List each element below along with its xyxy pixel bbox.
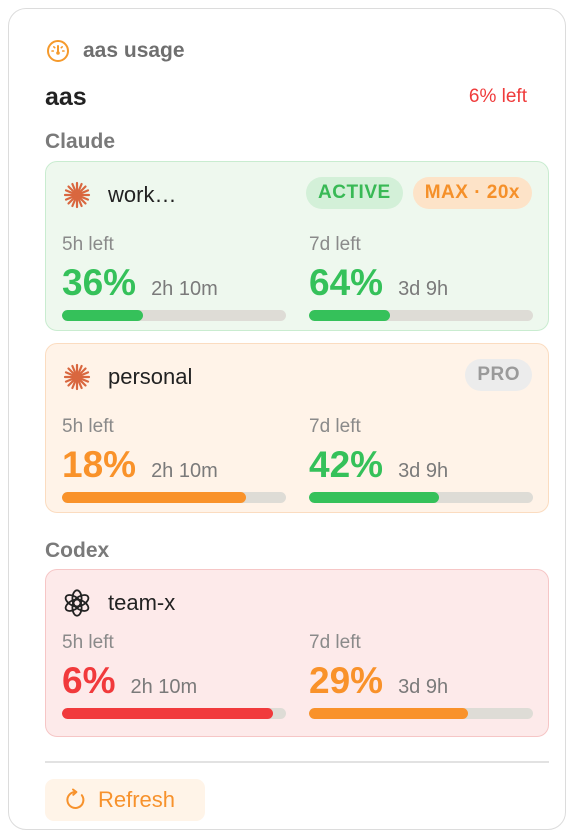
limit-reset-time: 2h 10m	[151, 460, 218, 482]
account-card-work[interactable]: work… ACTIVE MAX · 20x 5h left 36% 2h 10…	[45, 161, 549, 331]
account-remaining: 6% left	[468, 86, 527, 107]
limit-percent: 6%	[62, 660, 116, 701]
limit-reset-time: 3d 9h	[398, 278, 449, 300]
progress-fill	[62, 492, 246, 503]
openai-icon	[64, 589, 90, 617]
progress-fill	[309, 492, 439, 503]
divider	[45, 761, 549, 763]
account-name-label: personal	[108, 364, 193, 389]
limit-label: 7d left	[309, 632, 361, 653]
section-title-codex: Codex	[45, 539, 110, 562]
limit-reset-time: 3d 9h	[398, 676, 449, 698]
account-name: aas	[45, 83, 87, 111]
limit-percent: 29%	[309, 660, 384, 701]
progress-fill	[309, 310, 390, 321]
progress-bar	[309, 492, 533, 503]
refresh-label: Refresh	[98, 787, 176, 812]
refresh-button[interactable]: Refresh	[45, 779, 205, 821]
progress-bar	[62, 310, 286, 321]
progress-fill	[62, 708, 273, 719]
progress-bar	[309, 708, 533, 719]
limit-reset-time: 2h 10m	[130, 676, 198, 698]
progress-bar	[309, 310, 533, 321]
limit-5h: 5h left 6% 2h 10m	[62, 632, 286, 719]
plan-badge: MAX · 20x	[412, 177, 532, 209]
account-name-label: work…	[108, 182, 177, 207]
limit-percent: 42%	[309, 444, 384, 485]
plan-badge: PRO	[465, 359, 532, 391]
limit-label: 5h left	[62, 416, 114, 437]
panel-title: aas usage	[83, 39, 185, 62]
active-badge: ACTIVE	[306, 177, 403, 209]
claude-icon	[63, 181, 91, 209]
limit-7d: 7d left 42% 3d 9h	[309, 416, 533, 503]
refresh-icon	[66, 788, 85, 809]
badge-group: ACTIVE MAX · 20x	[306, 177, 532, 209]
limit-percent: 18%	[62, 444, 137, 485]
account-card-personal[interactable]: personal PRO 5h left 18% 2h 10m 7d left …	[45, 343, 549, 513]
account-name-label: team-x	[108, 590, 176, 615]
section-title-claude: Claude	[45, 130, 116, 153]
limit-reset-time: 2h 10m	[151, 278, 218, 300]
badge-group: PRO	[465, 359, 532, 391]
limit-label: 7d left	[309, 416, 361, 437]
limit-label: 5h left	[62, 234, 114, 255]
limit-7d: 7d left 29% 3d 9h	[309, 632, 533, 719]
limit-7d: 7d left 64% 3d 9h	[309, 234, 533, 321]
limit-5h: 5h left 36% 2h 10m	[62, 234, 286, 321]
limit-percent: 64%	[309, 262, 384, 303]
limit-label: 7d left	[309, 234, 361, 255]
limit-label: 5h left	[62, 632, 114, 653]
claude-icon	[63, 363, 91, 391]
gauge-icon	[47, 40, 69, 62]
usage-panel: aas usage aas 6% left Claude work… ACTIV…	[8, 8, 566, 830]
limit-percent: 36%	[62, 262, 137, 303]
panel-header: aas usage	[46, 39, 185, 63]
limit-5h: 5h left 18% 2h 10m	[62, 416, 286, 503]
limit-reset-time: 3d 9h	[398, 460, 449, 482]
progress-bar	[62, 492, 286, 503]
account-card-team-x[interactable]: team-x 5h left 6% 2h 10m 7d left 29% 3d …	[45, 569, 549, 737]
progress-fill	[309, 708, 469, 719]
progress-bar	[62, 708, 286, 719]
progress-fill	[62, 310, 143, 321]
